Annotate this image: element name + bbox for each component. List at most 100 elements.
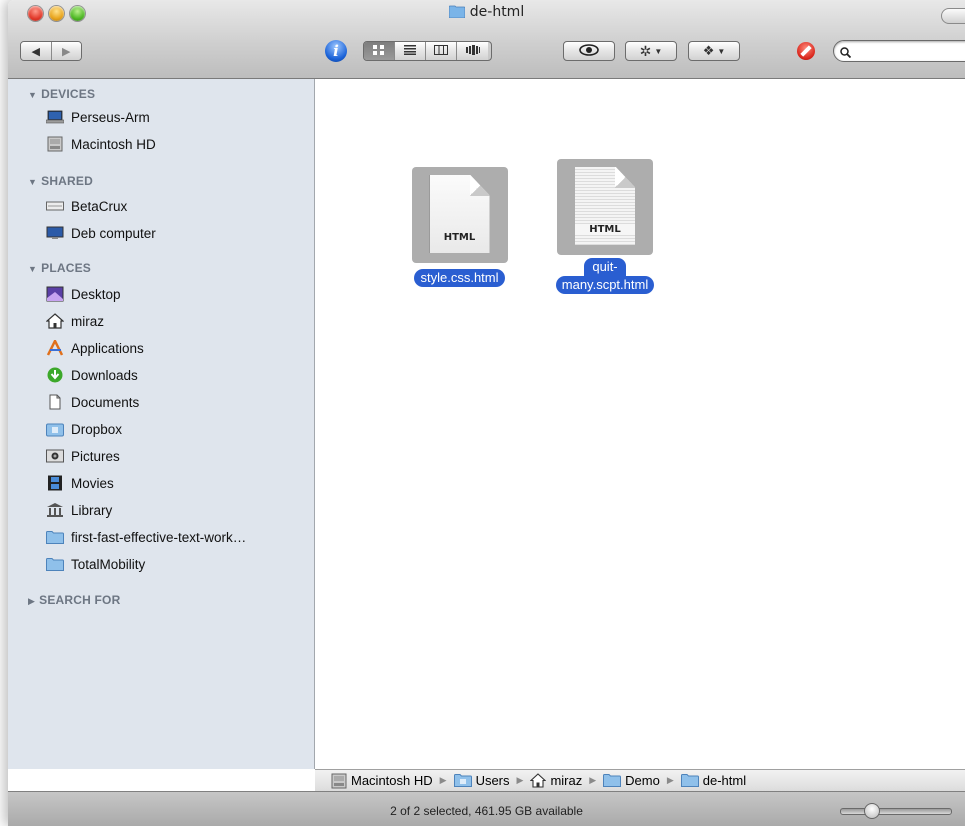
coverflow-view-icon: [465, 44, 480, 58]
hard-drive-icon: [331, 773, 347, 789]
documents-icon: [46, 394, 64, 410]
path-item-demo[interactable]: Demo: [603, 773, 660, 788]
sidebar-item-dropbox[interactable]: Dropbox: [46, 419, 122, 439]
icon-size-slider-knob[interactable]: [864, 803, 880, 819]
laptop-icon: [46, 109, 64, 125]
path-item-macintosh-hd[interactable]: Macintosh HD: [331, 773, 433, 789]
window-title-text: de-html: [469, 4, 525, 20]
server-icon: [46, 198, 64, 214]
titlebar-toolbar: de-html ◀ ▶ i ✲ ▼ ❖ ▼: [8, 0, 965, 79]
path-separator-icon: ▶: [439, 775, 447, 785]
desktop-icon: [46, 286, 64, 302]
path-item-users[interactable]: Users: [453, 773, 510, 788]
chevron-down-icon: ▼: [717, 46, 726, 56]
file-item[interactable]: HTML style.css.html: [397, 167, 522, 287]
gear-icon: ✲: [639, 42, 652, 59]
file-type-label: HTML: [575, 224, 635, 235]
folder-icon: [448, 5, 466, 22]
path-item-de-html[interactable]: de-html: [680, 773, 746, 788]
coverflow-view-button[interactable]: [457, 42, 488, 60]
sidebar-item-betacrux[interactable]: BetaCrux: [46, 196, 127, 216]
no-entry-icon[interactable]: [797, 42, 815, 60]
back-forward-control: ◀ ▶: [20, 41, 82, 61]
action-menu-button[interactable]: ✲ ▼: [625, 41, 677, 61]
back-button[interactable]: ◀: [21, 42, 52, 60]
finder-window: de-html ◀ ▶ i ✲ ▼ ❖ ▼ ▼ DEVICES Perseus-…: [8, 0, 965, 826]
file-name[interactable]: style.css.html: [414, 269, 505, 287]
monitor-icon: [46, 225, 64, 241]
folder-icon: [603, 773, 622, 788]
path-separator-icon: ▶: [516, 775, 524, 785]
sidebar-section-shared[interactable]: ▼ SHARED: [28, 174, 93, 188]
toolbar-toggle-button[interactable]: [941, 8, 965, 24]
folder-icon: [680, 773, 699, 788]
view-mode-control: [363, 41, 492, 61]
icon-view-icon: [373, 44, 385, 58]
file-name-line-2[interactable]: many.scpt.html: [555, 276, 655, 294]
disclosure-triangle-right-icon: ▶: [28, 596, 36, 606]
eye-icon: [579, 43, 599, 59]
sidebar-section-devices[interactable]: ▼ DEVICES: [28, 87, 95, 101]
path-item-miraz[interactable]: miraz: [530, 773, 582, 788]
file-type-label: HTML: [443, 232, 476, 243]
file-item[interactable]: HTML quit- many.scpt.html: [530, 159, 680, 294]
sidebar-item-documents[interactable]: Documents: [46, 392, 139, 412]
chevron-down-icon: ▼: [654, 46, 663, 56]
home-icon: [530, 773, 547, 788]
applications-icon: [46, 340, 64, 356]
sidebar: ▼ DEVICES Perseus-Arm Macintosh HD ▼ SHARE…: [8, 79, 315, 769]
icon-view-button[interactable]: [364, 42, 395, 60]
icon-size-slider[interactable]: [840, 808, 952, 815]
quick-look-button[interactable]: [563, 41, 615, 61]
sidebar-item-perseus-arm[interactable]: Perseus-Arm: [46, 107, 150, 127]
status-bar: 2 of 2 selected, 461.95 GB available: [8, 791, 965, 826]
html-file-icon: HTML: [411, 167, 508, 263]
forward-button[interactable]: ▶: [51, 42, 81, 60]
right-arrow-icon: ▶: [62, 45, 71, 58]
folder-icon: [46, 556, 64, 572]
file-icon-view: HTML style.css.html HTML quit- many.scpt…: [315, 79, 965, 769]
library-icon: [46, 502, 64, 518]
sidebar-item-first-fast-effective[interactable]: first-fast-effective-text-work…: [46, 527, 246, 547]
path-separator-icon: ▶: [666, 775, 674, 785]
window-title: de-html: [8, 4, 965, 22]
dropbox-menu-button[interactable]: ❖ ▼: [688, 41, 740, 61]
dropbox-icon: ❖: [702, 43, 715, 58]
folder-icon: [46, 529, 64, 545]
html-file-icon: HTML: [557, 159, 653, 255]
path-separator-icon: ▶: [589, 775, 597, 785]
info-icon: i: [333, 42, 339, 60]
sidebar-item-totalmobility[interactable]: TotalMobility: [46, 554, 145, 574]
sidebar-item-pictures[interactable]: Pictures: [46, 446, 120, 466]
disclosure-triangle-icon: ▼: [28, 90, 38, 100]
list-view-button[interactable]: [395, 42, 426, 60]
sidebar-item-miraz[interactable]: miraz: [46, 311, 104, 331]
disclosure-triangle-icon: ▼: [28, 177, 38, 187]
status-text: 2 of 2 selected, 461.95 GB available: [390, 804, 583, 818]
home-icon: [46, 313, 64, 329]
sidebar-item-applications[interactable]: Applications: [46, 338, 144, 358]
path-bar: Macintosh HD ▶ Users ▶ miraz ▶ Demo ▶ de…: [315, 769, 965, 791]
sidebar-item-deb-computer[interactable]: Deb computer: [46, 223, 156, 243]
pictures-icon: [46, 448, 64, 464]
sidebar-item-movies[interactable]: Movies: [46, 473, 114, 493]
column-view-button[interactable]: [426, 42, 457, 60]
file-name-line-1[interactable]: quit-: [584, 258, 626, 276]
column-view-icon: [434, 44, 448, 58]
movies-icon: [46, 475, 64, 491]
downloads-icon: [46, 367, 64, 383]
sidebar-section-places[interactable]: ▼ PLACES: [28, 261, 91, 275]
hard-drive-icon: [46, 136, 64, 152]
sidebar-item-library[interactable]: Library: [46, 500, 112, 520]
users-folder-icon: [453, 773, 472, 788]
list-view-icon: [404, 44, 416, 58]
left-arrow-icon: ◀: [31, 45, 40, 58]
sidebar-item-downloads[interactable]: Downloads: [46, 365, 138, 385]
search-field[interactable]: [833, 40, 965, 62]
disclosure-triangle-icon: ▼: [28, 264, 38, 274]
dropbox-folder-icon: [46, 421, 64, 437]
sidebar-item-macintosh-hd[interactable]: Macintosh HD: [46, 134, 156, 154]
sidebar-item-desktop[interactable]: Desktop: [46, 284, 121, 304]
sidebar-section-search-for[interactable]: ▶ SEARCH FOR: [28, 593, 120, 607]
get-info-button[interactable]: i: [325, 40, 347, 62]
